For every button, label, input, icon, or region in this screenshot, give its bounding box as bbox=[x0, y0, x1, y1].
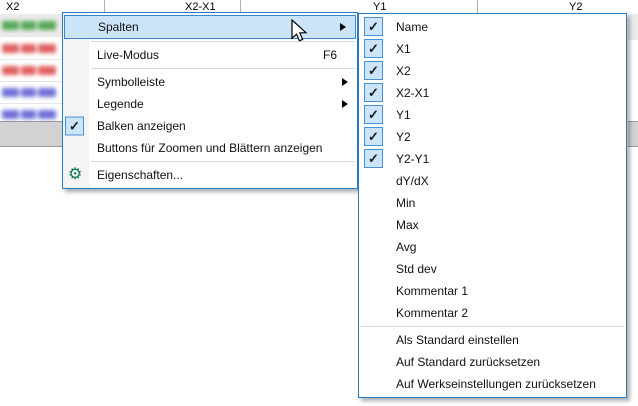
submenu-item-y2-y1[interactable]: ✓ Y2-Y1 bbox=[359, 148, 626, 170]
menu-item-label: Spalten bbox=[98, 20, 139, 34]
menu-separator bbox=[91, 161, 355, 162]
checked-checkbox: ✓ bbox=[364, 17, 383, 36]
menu-item-balken-anzeigen[interactable]: ✓ Balken anzeigen bbox=[63, 115, 357, 137]
redacted-cell bbox=[2, 21, 56, 30]
submenu-item-label: Avg bbox=[396, 240, 416, 254]
submenu-item-max[interactable]: Max bbox=[359, 214, 626, 236]
submenu-item-min[interactable]: Min bbox=[359, 192, 626, 214]
checked-checkbox: ✓ bbox=[65, 117, 84, 136]
redacted-cell bbox=[2, 44, 56, 53]
check-icon: ✓ bbox=[368, 107, 379, 123]
submenu-item-label: Auf Standard zurücksetzen bbox=[396, 355, 540, 369]
submenu-item-y2[interactable]: ✓ Y2 bbox=[359, 126, 626, 148]
checked-checkbox: ✓ bbox=[364, 127, 383, 146]
menu-item-eigenschaften[interactable]: ⚙ Eigenschaften... bbox=[63, 164, 357, 186]
app-screen: X2 X2-X1 Y1 Y2 Spalten Live-Modus F6 Sym… bbox=[0, 0, 638, 406]
submenu-item-dy-dx[interactable]: dY/dX bbox=[359, 170, 626, 192]
check-icon: ✓ bbox=[368, 129, 379, 145]
menu-item-label: Live-Modus bbox=[97, 48, 159, 62]
check-icon: ✓ bbox=[368, 19, 379, 35]
submenu-item-label: Y1 bbox=[396, 108, 411, 122]
column-header-y1[interactable]: Y1 bbox=[373, 1, 386, 13]
menu-item-symbolleiste[interactable]: Symbolleiste bbox=[63, 71, 357, 93]
submenu-item-x2[interactable]: ✓ X2 bbox=[359, 60, 626, 82]
menu-item-spalten[interactable]: Spalten bbox=[64, 15, 356, 39]
spalten-submenu: ✓ Name ✓ X1 ✓ X2 ✓ X2-X1 ✓ Y1 ✓ Y2 ✓ Y2-… bbox=[358, 13, 627, 398]
submenu-item-auf-werkseinstellungen-zuruecksetzen[interactable]: Auf Werkseinstellungen zurücksetzen bbox=[359, 373, 626, 395]
submenu-item-label: Y2-Y1 bbox=[396, 152, 429, 166]
submenu-item-label: Max bbox=[396, 218, 419, 232]
submenu-item-label: Kommentar 1 bbox=[396, 284, 468, 298]
menu-item-label: Symbolleiste bbox=[97, 75, 165, 89]
menu-item-legende[interactable]: Legende bbox=[63, 93, 357, 115]
submenu-item-name[interactable]: ✓ Name bbox=[359, 16, 626, 38]
submenu-item-label: Name bbox=[396, 20, 428, 34]
table-row[interactable] bbox=[0, 81, 62, 104]
submenu-item-label: X2-X1 bbox=[396, 86, 429, 100]
checked-checkbox: ✓ bbox=[364, 39, 383, 58]
submenu-item-label: X2 bbox=[396, 64, 411, 78]
table-row-edge bbox=[628, 14, 638, 41]
submenu-item-std-dev[interactable]: Std dev bbox=[359, 258, 626, 280]
redacted-cell bbox=[2, 66, 56, 75]
submenu-item-label: Y2 bbox=[396, 130, 411, 144]
submenu-arrow-icon bbox=[342, 78, 348, 86]
menu-item-label: Legende bbox=[97, 97, 144, 111]
column-divider bbox=[477, 0, 478, 14]
redacted-cell bbox=[2, 88, 56, 97]
check-icon: ✓ bbox=[368, 85, 379, 101]
checked-checkbox: ✓ bbox=[364, 61, 383, 80]
check-icon: ✓ bbox=[368, 151, 379, 167]
redacted-cell bbox=[2, 110, 56, 119]
table-row-edge bbox=[628, 63, 638, 87]
column-header-x2[interactable]: X2 bbox=[6, 1, 19, 13]
table-row[interactable] bbox=[0, 37, 62, 60]
submenu-item-als-standard-einstellen[interactable]: Als Standard einstellen bbox=[359, 329, 626, 351]
submenu-arrow-icon bbox=[342, 100, 348, 108]
table-row[interactable] bbox=[0, 59, 62, 82]
table-group-band bbox=[0, 121, 62, 147]
submenu-item-kommentar-2[interactable]: Kommentar 2 bbox=[359, 302, 626, 324]
check-icon: ✓ bbox=[69, 118, 80, 134]
submenu-item-label: Auf Werkseinstellungen zurücksetzen bbox=[396, 377, 596, 391]
shortcut-label: F6 bbox=[323, 48, 349, 62]
mouse-cursor bbox=[291, 19, 309, 45]
menu-separator bbox=[91, 41, 355, 42]
table-row[interactable] bbox=[0, 14, 62, 37]
checked-checkbox: ✓ bbox=[364, 105, 383, 124]
menu-item-live-modus[interactable]: Live-Modus F6 bbox=[63, 44, 357, 66]
menu-separator bbox=[361, 326, 624, 327]
submenu-arrow-icon bbox=[340, 23, 346, 31]
checked-checkbox: ✓ bbox=[364, 83, 383, 102]
submenu-item-auf-standard-zuruecksetzen[interactable]: Auf Standard zurücksetzen bbox=[359, 351, 626, 373]
checked-checkbox: ✓ bbox=[364, 149, 383, 168]
table-group-band bbox=[628, 121, 638, 147]
menu-item-label: Balken anzeigen bbox=[97, 119, 186, 133]
menu-item-label: Buttons für Zoomen und Blättern anzeigen bbox=[97, 141, 322, 155]
submenu-item-label: dY/dX bbox=[396, 174, 429, 188]
menu-item-label: Eigenschaften... bbox=[97, 168, 183, 182]
table-row-edge bbox=[628, 86, 638, 110]
submenu-item-label: Kommentar 2 bbox=[396, 306, 468, 320]
column-header-y2[interactable]: Y2 bbox=[569, 1, 582, 13]
menu-separator bbox=[91, 68, 355, 69]
submenu-item-x1[interactable]: ✓ X1 bbox=[359, 38, 626, 60]
context-menu: Spalten Live-Modus F6 Symbolleiste Legen… bbox=[62, 12, 358, 189]
submenu-item-label: X1 bbox=[396, 42, 411, 56]
check-icon: ✓ bbox=[368, 41, 379, 57]
submenu-item-label: Als Standard einstellen bbox=[396, 333, 519, 347]
table-row-edge bbox=[628, 40, 638, 64]
submenu-item-label: Std dev bbox=[396, 262, 437, 276]
submenu-item-avg[interactable]: Avg bbox=[359, 236, 626, 258]
submenu-item-label: Min bbox=[396, 196, 415, 210]
menu-item-buttons-zoomen[interactable]: Buttons für Zoomen und Blättern anzeigen bbox=[63, 137, 357, 159]
check-icon: ✓ bbox=[368, 63, 379, 79]
gear-icon: ⚙ bbox=[68, 167, 82, 183]
submenu-item-x2-x1[interactable]: ✓ X2-X1 bbox=[359, 82, 626, 104]
submenu-item-y1[interactable]: ✓ Y1 bbox=[359, 104, 626, 126]
submenu-item-kommentar-1[interactable]: Kommentar 1 bbox=[359, 280, 626, 302]
